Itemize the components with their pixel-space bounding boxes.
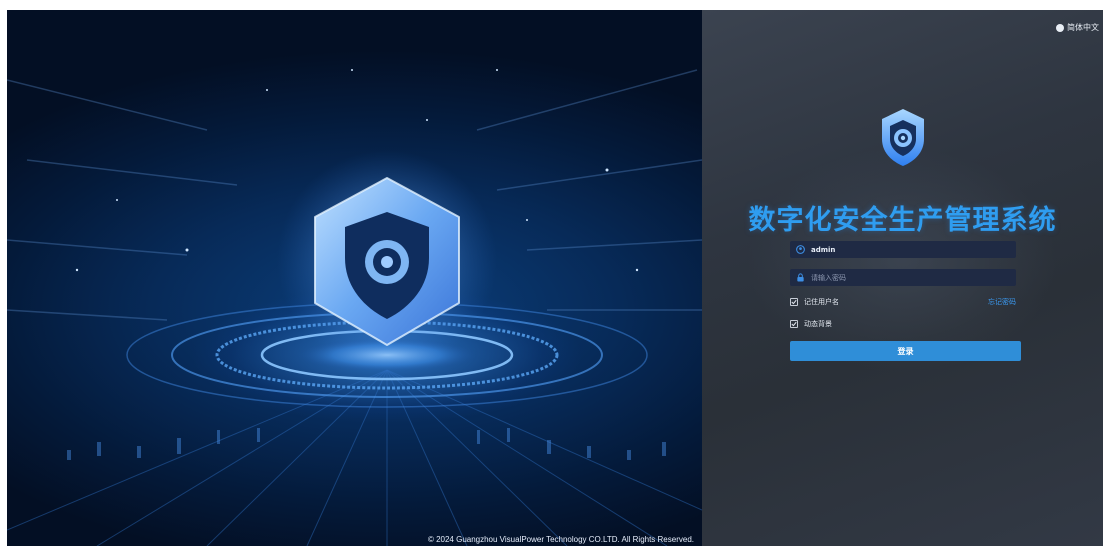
check-icon [791, 321, 797, 327]
hero-illustration [7, 69, 702, 546]
hero-background: © 2024 Guangzhou VisualPower Technology … [7, 10, 702, 546]
username-input[interactable] [811, 245, 1001, 254]
shield-eye-icon [882, 109, 924, 166]
username-field[interactable] [790, 241, 1016, 258]
dynamic-bg-checkbox[interactable] [790, 320, 798, 328]
login-button[interactable]: 登录 [790, 341, 1021, 361]
password-field[interactable] [790, 269, 1016, 286]
copyright-text: © 2024 Guangzhou VisualPower Technology … [427, 535, 694, 544]
remember-checkbox[interactable] [790, 298, 798, 306]
login-panel: 简体中文 数字化安全生产管理系统 admin 记住用户名 忘记密码 动态背景 登… [702, 10, 1103, 546]
remember-row: 记住用户名 忘记密码 [790, 297, 1016, 307]
lock-icon [796, 273, 805, 282]
language-switcher[interactable]: 简体中文 [1056, 22, 1099, 33]
login-page: © 2024 Guangzhou VisualPower Technology … [7, 10, 1103, 546]
forgot-password-link[interactable]: 忘记密码 [988, 297, 1016, 307]
remember-label: 记住用户名 [804, 298, 839, 306]
password-input[interactable] [811, 273, 1001, 282]
globe-icon [1056, 23, 1064, 32]
dynamic-bg-label: 动态背景 [804, 320, 832, 328]
dynamic-bg-row: 动态背景 [790, 319, 1016, 329]
check-icon [791, 299, 797, 305]
user-icon [796, 245, 805, 254]
page-title: 数字化安全生产管理系统 [748, 205, 1057, 236]
language-label: 简体中文 [1067, 23, 1099, 32]
